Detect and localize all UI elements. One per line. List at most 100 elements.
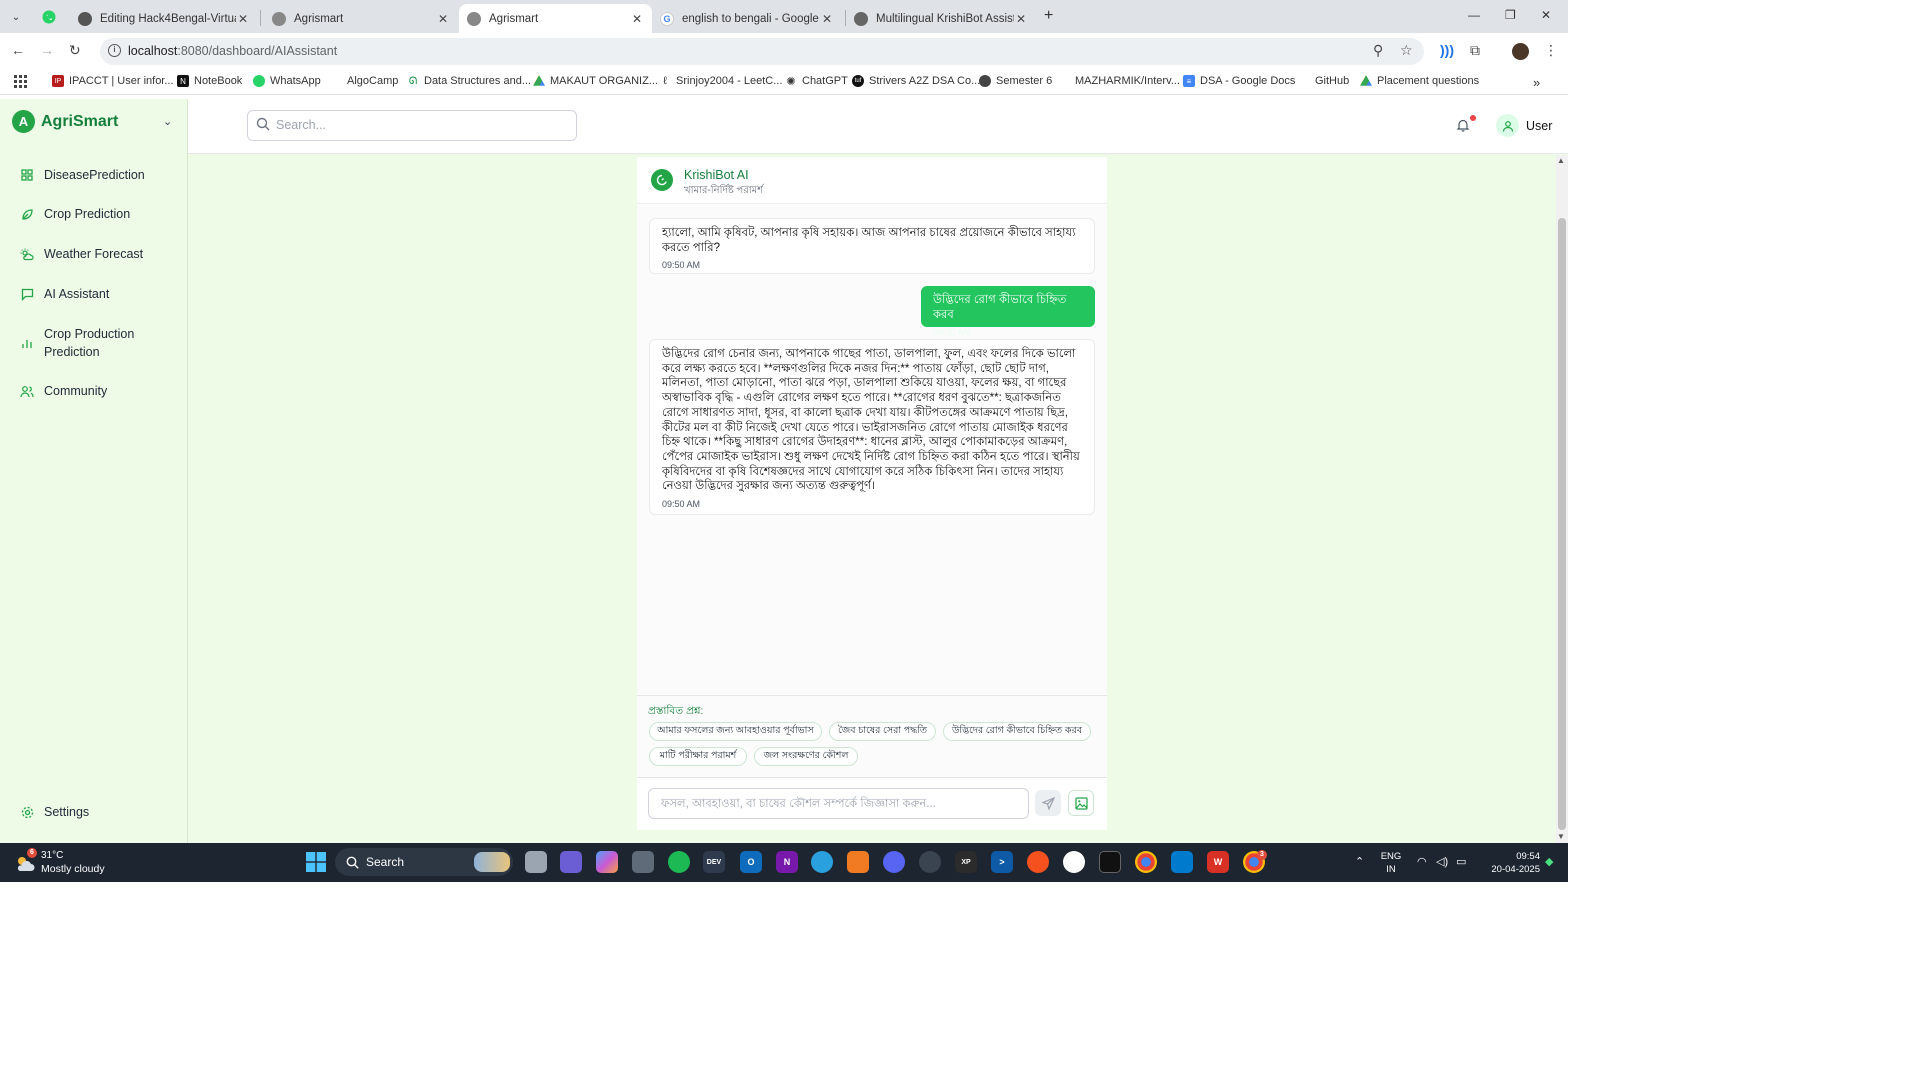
search-input[interactable]	[276, 113, 566, 137]
battery-icon[interactable]: ▭	[1456, 855, 1466, 868]
weather-temperature[interactable]: 31°C	[41, 850, 63, 861]
discord-icon[interactable]	[883, 851, 905, 873]
tab-agrismart-1[interactable]: Agrismart ✕	[264, 4, 458, 33]
profile-avatar[interactable]	[1512, 43, 1529, 60]
upload-image-button[interactable]	[1068, 790, 1094, 816]
bookmark-github[interactable]: GitHub	[1298, 75, 1349, 87]
sidebar-item-crop-production-prediction[interactable]: Crop Production Prediction	[20, 325, 154, 361]
more-menu-icon[interactable]: ⋮	[1544, 42, 1558, 59]
bookmark-placement[interactable]: Placement questions	[1360, 75, 1479, 87]
bookmark-leetcode[interactable]: ℓ Srinjoy2004 - LeetC...	[659, 75, 782, 87]
restore-icon[interactable]: ❐	[1505, 8, 1516, 22]
user-name[interactable]: User	[1526, 119, 1552, 133]
forward-arrow-icon[interactable]: →	[40, 42, 54, 58]
close-tab-icon[interactable]: ✕	[1014, 12, 1028, 26]
bookmark-strivers[interactable]: tuf Strivers A2Z DSA Co...	[852, 75, 980, 87]
close-tab-icon[interactable]: ✕	[820, 12, 834, 26]
language-region[interactable]: IN	[1379, 864, 1403, 875]
close-tab-icon[interactable]: ✕	[436, 12, 450, 26]
file-explorer-icon[interactable]	[525, 851, 547, 873]
mongodb-compass-icon[interactable]	[1063, 851, 1085, 873]
scrollbar-thumb[interactable]	[1558, 218, 1566, 830]
tab-editing-hack4bengal[interactable]: Editing Hack4Bengal-VirtualHac ✕	[70, 4, 258, 33]
volume-icon[interactable]: ◁)	[1436, 855, 1448, 868]
extensions-puzzle-icon[interactable]: ⧉	[1470, 42, 1480, 59]
chatgpt-app-icon[interactable]	[919, 851, 941, 873]
minimize-icon[interactable]: —	[1468, 8, 1480, 22]
weather-description[interactable]: Mostly cloudy	[41, 863, 105, 875]
onenote-icon[interactable]: N	[776, 851, 798, 873]
sidebar-item-ai-assistant[interactable]: AI Assistant	[20, 287, 109, 301]
sidebar-item-disease-prediction[interactable]: DiseasePrediction	[20, 168, 145, 182]
suggestion-chip[interactable]: মাটি পরীক্ষার পরামর্শ	[649, 747, 747, 766]
pen-app-icon[interactable]	[1027, 851, 1049, 873]
scroll-up-arrow-icon[interactable]: ▲	[1557, 156, 1565, 165]
spotify-icon[interactable]	[668, 851, 690, 873]
suggestion-chip[interactable]: আমার ফসলের জন্য আবহাওয়ার পূর্বাভাস	[649, 722, 822, 741]
apps-grid-icon[interactable]	[14, 75, 27, 88]
vscode-icon[interactable]	[1171, 851, 1193, 873]
powershell-icon[interactable]: >	[991, 851, 1013, 873]
notification-bell-icon[interactable]	[1456, 118, 1470, 132]
windows-start-icon[interactable]	[305, 851, 327, 873]
bookmark-whatsapp[interactable]: WhatsApp	[253, 75, 321, 87]
wps-office-icon[interactable]: W	[1207, 851, 1229, 873]
bookmark-data-structures[interactable]: ᘏ Data Structures and...	[407, 75, 531, 87]
copilot-icon[interactable]	[596, 851, 618, 873]
bookmark-dsa-docs[interactable]: ≡ DSA - Google Docs	[1183, 75, 1295, 87]
bookmark-star-icon[interactable]: ☆	[1400, 42, 1413, 59]
clock-time[interactable]: 09:54	[1480, 851, 1540, 862]
notification-center-icon[interactable]: ◆	[1545, 855, 1553, 868]
zoom-icon[interactable]: ⚲	[1373, 42, 1383, 59]
read-aloud-icon[interactable]: )))	[1440, 42, 1454, 58]
show-hidden-icons-chevron-icon[interactable]: ⌃	[1355, 855, 1364, 868]
reload-icon[interactable]: ↻	[69, 42, 81, 59]
wifi-icon[interactable]: ◠	[1417, 855, 1427, 868]
back-arrow-icon[interactable]: ←	[11, 42, 25, 58]
bookmark-semester-6[interactable]: Semester 6	[979, 75, 1052, 87]
teams-icon[interactable]	[560, 851, 582, 873]
bookmark-algocamp[interactable]: AlgoCamp	[330, 75, 398, 87]
sidebar-item-settings[interactable]: Settings	[20, 805, 89, 819]
site-info-icon[interactable]: i	[108, 44, 121, 57]
chevron-down-icon[interactable]: ⌄	[163, 115, 172, 128]
bookmark-makaut[interactable]: MAKAUT ORGANIZ...	[533, 75, 658, 87]
close-window-icon[interactable]: ✕	[1541, 8, 1551, 22]
send-button[interactable]	[1035, 790, 1061, 816]
chat-message-input[interactable]	[648, 788, 1029, 819]
language-indicator[interactable]: ENG	[1379, 851, 1403, 862]
tab-search-chevron-icon[interactable]: ⌄	[6, 7, 26, 27]
taskbar-search-label[interactable]: Search	[366, 855, 404, 869]
bookmark-chatgpt[interactable]: ✺ ChatGPT	[785, 75, 847, 88]
terminal-icon[interactable]	[1099, 851, 1121, 873]
bookmark-notebook[interactable]: N NoteBook	[177, 75, 242, 87]
brand-name[interactable]: AgriSmart	[41, 113, 118, 131]
more-bookmarks-chevron-icon[interactable]: »	[1533, 75, 1540, 90]
outlook-icon[interactable]: O	[740, 851, 762, 873]
pinned-tab-whatsapp[interactable]	[38, 6, 60, 28]
bookmark-ipacct[interactable]: IP IPACCT | User infor...	[52, 75, 174, 87]
tab-krishibot-chatgpt[interactable]: Multilingual KrishiBot Assistanc ✕	[846, 4, 1036, 33]
dev-home-icon[interactable]: DEV	[703, 851, 725, 873]
bookmark-mazharmik[interactable]: MAZHARMIK/Interv...	[1058, 75, 1180, 87]
close-tab-icon[interactable]: ✕	[236, 12, 250, 26]
scroll-down-arrow-icon[interactable]: ▼	[1557, 832, 1565, 841]
new-tab-plus-icon[interactable]: +	[1044, 7, 1053, 25]
close-tab-icon[interactable]: ✕	[630, 12, 644, 26]
user-avatar[interactable]	[1496, 114, 1519, 137]
tab-google-search[interactable]: G english to bengali - Google Sea ✕	[652, 4, 842, 33]
suggestion-chip[interactable]: জল সংরক্ষণের কৌশল	[754, 747, 858, 766]
camera-icon[interactable]	[632, 851, 654, 873]
tab-agrismart-active[interactable]: Agrismart ✕	[459, 4, 652, 33]
chrome-icon[interactable]	[1135, 851, 1157, 873]
address-url[interactable]: localhost:8080/dashboard/AIAssistant	[128, 44, 337, 58]
suggestion-chip[interactable]: জৈব চাষের সেরা পদ্ধতি	[829, 722, 936, 741]
xp-pen-icon[interactable]: XP	[955, 851, 977, 873]
sidebar-item-crop-prediction[interactable]: Crop Prediction	[20, 207, 130, 221]
postman-like-icon[interactable]	[847, 851, 869, 873]
telegram-icon[interactable]	[811, 851, 833, 873]
suggestion-chip[interactable]: উদ্ভিদের রোগ কীভাবে চিহ্নিত করব	[943, 722, 1091, 741]
sidebar-item-community[interactable]: Community	[20, 384, 107, 398]
clock-date[interactable]: 20-04-2025	[1474, 864, 1540, 875]
sidebar-item-weather-forecast[interactable]: Weather Forecast	[20, 247, 143, 261]
